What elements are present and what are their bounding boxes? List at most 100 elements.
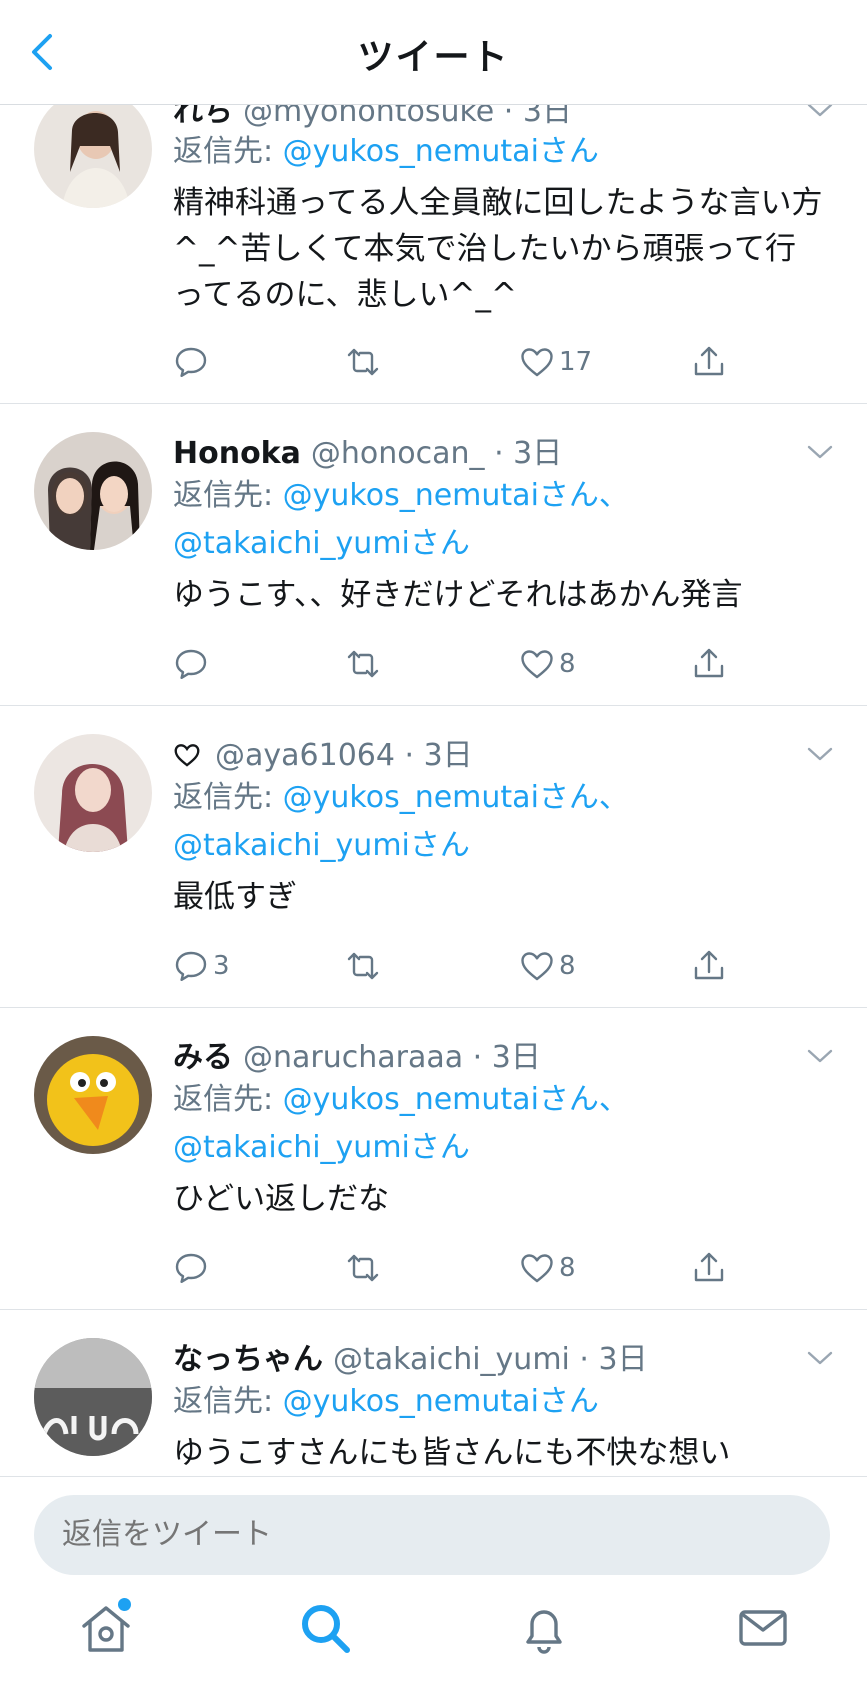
tweet-time: 3日	[598, 1342, 648, 1377]
retweet-button[interactable]	[345, 946, 381, 986]
reply-composer	[0, 1476, 867, 1581]
user-handle[interactable]: @takaichi_yumi	[333, 1342, 570, 1377]
tweet-time: 3日	[491, 1040, 541, 1075]
like-icon	[519, 646, 555, 682]
display-name[interactable]: なっちゃん	[173, 1342, 323, 1377]
reply-mention[interactable]: @takaichi_yumiさん	[173, 828, 470, 863]
like-count: 8	[559, 1253, 576, 1283]
share-button[interactable]	[691, 644, 727, 684]
tweet-actions: 3 8	[173, 946, 733, 986]
retweet-icon	[345, 646, 381, 682]
share-icon	[691, 948, 727, 984]
tweet-time: 3日	[423, 738, 473, 773]
tab-search[interactable]	[295, 1598, 355, 1658]
share-button[interactable]	[691, 946, 727, 986]
retweet-button[interactable]	[345, 342, 381, 382]
chevron-down-icon[interactable]	[805, 1348, 835, 1368]
reply-input[interactable]	[34, 1495, 830, 1575]
like-button[interactable]: 8	[519, 644, 576, 684]
reply-to-line: 返信先: @yukos_nemutaiさん	[173, 128, 599, 176]
like-count: 8	[559, 951, 576, 981]
display-name[interactable]: みる	[173, 1040, 233, 1075]
heart-icon	[174, 744, 200, 767]
tab-notifications[interactable]	[514, 1598, 574, 1658]
reply-button[interactable]	[173, 342, 213, 382]
top-nav-bar: ツイート	[0, 0, 867, 105]
reply-mention[interactable]: @yukos_nemutaiさん、	[283, 780, 629, 815]
reply-button[interactable]: 3	[173, 946, 230, 986]
bottom-tab-bar	[0, 1580, 867, 1684]
tweet-item[interactable]: @aya61064 · 3日 返信先: @yukos_nemutaiさん、 @t…	[0, 706, 867, 1008]
reply-mention[interactable]: @yukos_nemutaiさん、	[283, 1082, 629, 1117]
user-handle[interactable]: @narucharaaa	[243, 1040, 463, 1075]
tweet-feed[interactable]: れち @myohohtosuke · 3日 返信先: @yukos_nemutai…	[0, 0, 867, 1476]
tweet-time: 3日	[513, 436, 563, 471]
reply-prefix: 返信先:	[173, 134, 274, 169]
like-icon	[519, 948, 555, 984]
tab-home[interactable]	[76, 1598, 136, 1658]
tweet-text: ゆうこすさんにも皆さんにも不快な想い	[173, 1435, 731, 1471]
tweet-text: 最低すぎ	[173, 879, 297, 915]
share-icon	[691, 646, 727, 682]
avatar[interactable]	[34, 734, 152, 852]
reply-icon	[173, 948, 209, 984]
reply-mention[interactable]: @yukos_nemutaiさん	[283, 134, 599, 169]
reply-to-line: 返信先: @yukos_nemutaiさん、 @takaichi_yumiさん	[173, 774, 629, 870]
tweet-item[interactable]: みる @narucharaaa · 3日 返信先: @yukos_nemutaiさ…	[0, 1008, 867, 1310]
page-title: ツイート	[357, 37, 510, 78]
retweet-icon	[345, 1250, 381, 1286]
tweet-actions: 8	[173, 644, 733, 684]
tab-messages[interactable]	[733, 1598, 793, 1658]
user-handle[interactable]: @aya61064	[215, 738, 395, 773]
like-button[interactable]: 8	[519, 946, 576, 986]
tweet-actions: 8	[173, 1248, 733, 1288]
tweet-text: ひどい返しだな	[173, 1181, 390, 1217]
tweet-header: みる @narucharaaa · 3日	[173, 1040, 541, 1075]
avatar[interactable]	[34, 432, 152, 550]
retweet-icon	[345, 344, 381, 380]
reply-prefix: 返信先:	[173, 478, 274, 513]
reply-mention[interactable]: @yukos_nemutaiさん	[283, 1384, 599, 1419]
reply-prefix: 返信先:	[173, 780, 274, 815]
avatar[interactable]	[34, 1036, 152, 1154]
tweet-text: ゆうこす、、好きだけどそれはあかん発言	[173, 577, 743, 613]
share-icon	[691, 1250, 727, 1286]
share-button[interactable]	[691, 342, 727, 382]
like-button[interactable]: 17	[519, 342, 592, 382]
tweet-header: Honoka @honocan_ · 3日	[173, 436, 563, 471]
reply-to-line: 返信先: @yukos_nemutaiさん、 @takaichi_yumiさん	[173, 472, 629, 568]
reply-icon	[173, 646, 209, 682]
retweet-icon	[345, 948, 381, 984]
tweet-item[interactable]: Honoka @honocan_ · 3日 返信先: @yukos_nemutai…	[0, 404, 867, 706]
reply-icon	[173, 1250, 209, 1286]
share-button[interactable]	[691, 1248, 727, 1288]
avatar[interactable]	[34, 90, 152, 208]
chevron-down-icon[interactable]	[805, 744, 835, 764]
like-icon	[519, 1250, 555, 1286]
like-count: 17	[559, 347, 593, 377]
reply-prefix: 返信先:	[173, 1082, 274, 1117]
reply-button[interactable]	[173, 1248, 213, 1288]
reply-mention[interactable]: @takaichi_yumiさん	[173, 1130, 470, 1165]
retweet-button[interactable]	[345, 1248, 381, 1288]
display-name[interactable]: Honoka	[173, 436, 301, 471]
user-handle[interactable]: @honocan_	[311, 436, 485, 471]
like-button[interactable]: 8	[519, 1248, 576, 1288]
like-count: 8	[559, 649, 576, 679]
reply-mention[interactable]: @yukos_nemutaiさん、	[283, 478, 629, 513]
retweet-button[interactable]	[345, 644, 381, 684]
reply-button[interactable]	[173, 644, 213, 684]
notifications-icon	[526, 1610, 562, 1654]
chevron-down-icon[interactable]	[805, 1046, 835, 1066]
new-content-dot	[118, 1598, 131, 1611]
search-icon	[302, 1605, 350, 1653]
avatar[interactable]	[34, 1338, 152, 1456]
tweet-item[interactable]: なっちゃん @takaichi_yumi · 3日 返信先: @yukos_nem…	[0, 1310, 867, 1476]
reply-count: 3	[213, 951, 230, 981]
messages-icon	[739, 1610, 787, 1646]
chevron-down-icon[interactable]	[805, 442, 835, 462]
reply-prefix: 返信先:	[173, 1384, 274, 1419]
reply-mention[interactable]: @takaichi_yumiさん	[173, 526, 470, 561]
tweet-text: 精神科通ってる人全員敵に回したような言い方^_^苦しくて本気で治したいから頑張っ…	[173, 185, 823, 313]
tweet-header: なっちゃん @takaichi_yumi · 3日	[173, 1342, 648, 1377]
